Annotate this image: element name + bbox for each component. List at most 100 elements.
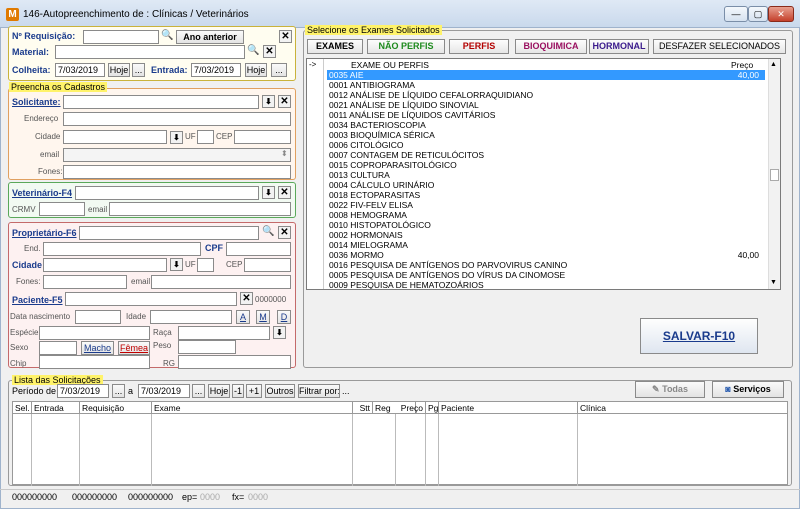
dropdown-arrow-icon[interactable]: ⬇ (170, 258, 183, 271)
macho-button[interactable]: Macho (81, 341, 114, 355)
close-icon[interactable]: ✕ (279, 30, 292, 43)
col-clinica[interactable]: Clínica (578, 402, 787, 414)
prop-fones-input[interactable] (43, 275, 127, 289)
femea-button[interactable]: Fêmea (118, 341, 150, 355)
peso-input[interactable] (178, 340, 236, 354)
uf-input[interactable] (197, 130, 214, 144)
servicos-button[interactable]: ◙ Serviços (712, 381, 784, 398)
especie-input[interactable] (39, 326, 150, 340)
plus-one-button[interactable]: +1 (246, 384, 262, 398)
exames-list[interactable]: -> EXAME OU PERFIS Preço 0035 AIE 40,00 00… (306, 58, 781, 290)
sexo-input[interactable] (39, 341, 77, 355)
material-input[interactable] (55, 45, 245, 59)
date-from-input[interactable]: 7/03/2019 (57, 384, 109, 398)
exam-list-item[interactable]: 0005 PESQUISA DE ANTÍGENOS DO VÍRUS DA C… (327, 270, 765, 280)
exam-list-item[interactable]: 0008 HEMOGRAMA (327, 210, 765, 220)
prop-cidade-input[interactable] (43, 258, 167, 272)
paciente-input[interactable] (65, 292, 237, 306)
dropdown-arrow-icon[interactable]: ⬇ (170, 131, 183, 144)
minimize-button[interactable]: — (724, 6, 748, 22)
chip-input[interactable] (39, 355, 150, 369)
col-entrada[interactable]: Entrada (32, 402, 80, 414)
end-input[interactable] (43, 242, 201, 256)
exam-list-item[interactable]: 0011 ANÁLISE DE LÍQUIDOS CAVITÁRIOS (327, 110, 765, 120)
fones-input[interactable] (63, 165, 291, 179)
idade-meses-button[interactable]: M (256, 310, 270, 324)
proprietario-input[interactable] (79, 226, 259, 240)
exam-list-item[interactable]: 0021 ANÁLISE DE LÍQUIDO SINOVIAL (327, 100, 765, 110)
col-exame[interactable]: Exame (152, 402, 353, 414)
entrada-date-input[interactable]: 7/03/2019 (191, 63, 241, 77)
minus-one-button[interactable]: -1 (232, 384, 244, 398)
dropdown-arrow-icon[interactable]: ⬇ (262, 95, 275, 108)
crmv-input[interactable] (39, 202, 85, 216)
scroll-thumb[interactable] (770, 169, 779, 181)
scroll-down-icon[interactable]: ▼ (770, 279, 777, 286)
clear-icon[interactable]: ✕ (240, 292, 253, 305)
vet-email-input[interactable] (109, 202, 291, 216)
search-icon[interactable]: 🔍 (262, 226, 276, 240)
clear-icon[interactable]: ✕ (278, 226, 291, 239)
prop-cep-input[interactable] (244, 258, 291, 272)
col-preco[interactable]: Preço (396, 402, 426, 414)
exam-list-item[interactable]: 0034 BACTERIOSCOPIA (327, 120, 765, 130)
exam-list-item[interactable]: 0036 MORMO 40,00 (327, 250, 765, 260)
date-to-calendar-button[interactable]: ... (192, 384, 205, 398)
exam-list-item[interactable]: 0009 PESQUISA DE HEMATOZOÁRIOS (327, 280, 765, 289)
dropdown-arrow-icon[interactable]: ⬇ (262, 186, 275, 199)
dropdown-arrow-icon[interactable]: ⬇ (273, 326, 286, 339)
exam-list-item[interactable]: 0035 AIE 40,00 (327, 70, 765, 80)
salvar-button[interactable]: SALVAR-F10 (640, 318, 758, 354)
cidade-input[interactable] (63, 130, 167, 144)
ano-anterior-button[interactable]: Ano anterior (176, 30, 244, 44)
clear-icon[interactable]: ✕ (278, 95, 291, 108)
desfazer-selecionados-button[interactable]: DESFAZER SELECIONADOS (653, 39, 786, 54)
close-window-button[interactable]: ✕ (768, 6, 794, 22)
tab-perfis[interactable]: PERFIS (449, 39, 509, 54)
exam-list-item[interactable]: 0002 HORMONAIS (327, 230, 765, 240)
entrada-hoje-button[interactable]: Hoje (245, 63, 267, 77)
tab-hormonal[interactable]: HORMONAL (589, 39, 649, 54)
exam-list-item[interactable]: 0018 ECTOPARASITAS (327, 190, 765, 200)
rg-input[interactable] (178, 355, 291, 369)
maximize-button[interactable]: ▢ (748, 6, 768, 22)
data-nasc-input[interactable] (75, 310, 121, 324)
exam-list-item[interactable]: 0012 ANÁLISE DE LÍQUIDO CEFALORRAQUIDIAN… (327, 90, 765, 100)
date-to-input[interactable]: 7/03/2019 (138, 384, 190, 398)
col-paciente[interactable]: Paciente (439, 402, 578, 414)
scroll-icon[interactable]: ⬍ (281, 149, 288, 158)
periodo-hoje-button[interactable]: Hoje (208, 384, 230, 398)
exam-list-item[interactable]: 0010 HISTOPATOLÓGICO (327, 220, 765, 230)
col-stt[interactable]: Stt (353, 402, 373, 414)
solicitacoes-grid[interactable]: Sel. Entrada Requisição Exame Stt Reg Pr… (12, 401, 788, 486)
colheita-calendar-button[interactable]: ... (132, 63, 145, 77)
filtrar-dots[interactable]: ... (342, 386, 350, 396)
date-from-calendar-button[interactable]: ... (112, 384, 125, 398)
endereco-input[interactable] (63, 112, 291, 126)
exam-list-item[interactable]: 0006 CITOLÓGICO (327, 140, 765, 150)
col-requisicao[interactable]: Requisição (80, 402, 152, 414)
clear-icon[interactable]: ✕ (278, 186, 291, 199)
col-pg[interactable]: Pg (426, 402, 439, 414)
entrada-calendar-button[interactable]: ... (271, 63, 287, 77)
exam-list-item[interactable]: 0004 CÁLCULO URINÁRIO (327, 180, 765, 190)
veterinario-input[interactable] (75, 186, 259, 200)
exam-list-item[interactable]: 0016 PESQUISA DE ANTÍGENOS DO PARVOVIRUS… (327, 260, 765, 270)
nreq-input[interactable] (83, 30, 159, 44)
cep-input[interactable] (234, 130, 291, 144)
email-input[interactable] (63, 148, 291, 162)
exam-list-item[interactable]: 0014 MIELOGRAMA (327, 240, 765, 250)
tab-bioquimica[interactable]: BIOQUIMICA (515, 39, 587, 54)
colheita-hoje-button[interactable]: Hoje (108, 63, 130, 77)
idade-dias-button[interactable]: D (277, 310, 291, 324)
tab-nao-perfis[interactable]: NÃO PERFIS (367, 39, 445, 54)
clear-icon[interactable]: ✕ (263, 45, 276, 58)
prop-email-input[interactable] (151, 275, 291, 289)
exam-list-item[interactable]: 0001 ANTIBIOGRAMA (327, 80, 765, 90)
search-icon[interactable]: 🔍 (161, 30, 175, 44)
exam-list-item[interactable]: 0003 BIOQUÍMICA SÉRICA (327, 130, 765, 140)
raca-input[interactable] (178, 326, 270, 340)
tab-exames[interactable]: EXAMES (307, 39, 363, 54)
colheita-date-input[interactable]: 7/03/2019 (55, 63, 105, 77)
prop-uf-input[interactable] (197, 258, 214, 272)
